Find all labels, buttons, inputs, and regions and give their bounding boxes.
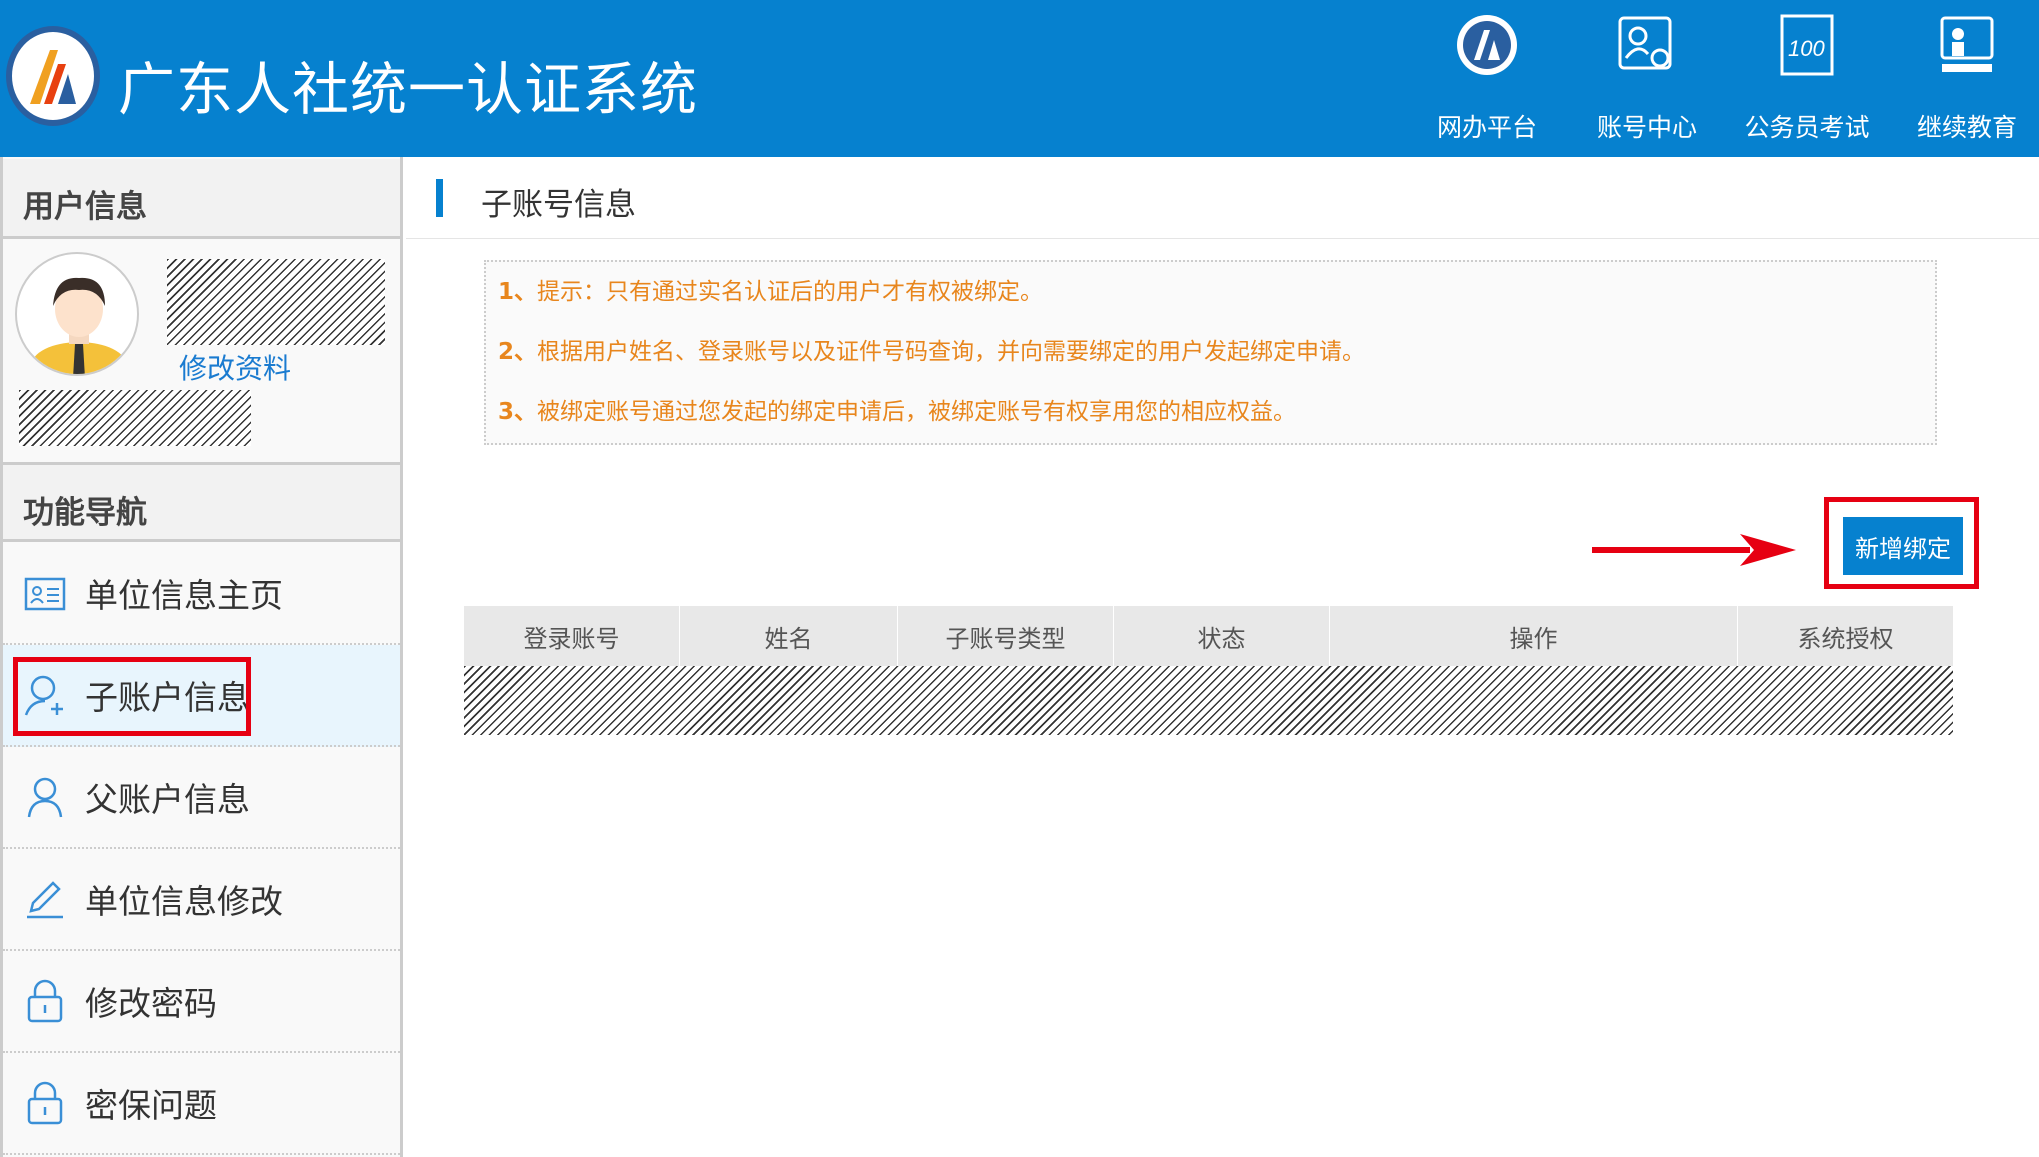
sidebar-item-unit-home[interactable]: 单位信息主页 xyxy=(3,543,400,645)
table-row-redacted xyxy=(464,666,1953,735)
edit-profile-link[interactable]: 修改资料 xyxy=(179,347,291,387)
notice-line: 2、根据用户姓名、登录账号以及证件号码查询，并向需要绑定的用户发起绑定申请。 xyxy=(498,339,1366,365)
sidebar-item-change-password[interactable]: 修改密码 xyxy=(3,951,400,1053)
arrow-annotation-icon xyxy=(1592,534,1796,566)
function-nav-heading: 功能导航 xyxy=(3,462,400,542)
add-binding-button[interactable]: 新增绑定 xyxy=(1843,517,1963,575)
header-nav-online-service[interactable]: 网办平台 xyxy=(1412,12,1562,144)
id-card-icon xyxy=(24,577,66,611)
highlight-box-sub-account xyxy=(13,657,251,736)
sidebar-item-parent-account[interactable]: 父账户信息 xyxy=(3,747,400,849)
redacted-user-detail xyxy=(19,390,251,446)
svg-text:100: 100 xyxy=(1788,36,1825,61)
sub-account-table: 登录账号 姓名 子账号类型 状态 操作 系统授权 xyxy=(464,606,1953,735)
header-nav-civil-exam[interactable]: 100 公务员考试 xyxy=(1732,12,1882,144)
sidebar-item-unit-edit[interactable]: 单位信息修改 xyxy=(3,849,400,951)
exam-score-icon: 100 xyxy=(1780,14,1834,76)
column-header: 子账号类型 xyxy=(898,606,1114,666)
column-header: 姓名 xyxy=(680,606,898,666)
education-icon xyxy=(1940,16,1994,72)
lock-icon xyxy=(27,979,63,1023)
government-emblem-icon xyxy=(1457,15,1517,75)
title-accent-bar xyxy=(436,179,443,217)
notice-line: 3、被绑定账号通过您发起的绑定申请后，被绑定账号有权享用您的相应权益。 xyxy=(498,399,1297,425)
account-settings-icon xyxy=(1618,16,1672,70)
header-nav-account-center[interactable]: 账号中心 xyxy=(1572,12,1722,144)
table-header: 登录账号 姓名 子账号类型 状态 操作 系统授权 xyxy=(464,606,1953,666)
notice-box: 1、提示：只有通过实名认证后的用户才有权被绑定。 2、根据用户姓名、登录账号以及… xyxy=(484,260,1937,445)
header: 广东人社统一认证系统 网办平台 账号中心 100 公务员考试 继续教育 xyxy=(0,0,2039,157)
column-header: 登录账号 xyxy=(464,606,680,666)
column-header: 系统授权 xyxy=(1797,624,1894,653)
notice-line: 1、提示：只有通过实名认证后的用户才有权被绑定。 xyxy=(498,279,1044,305)
app-title: 广东人社统一认证系统 xyxy=(118,57,698,123)
sidebar-item-security-question[interactable]: 密保问题 xyxy=(3,1053,400,1155)
user-icon xyxy=(27,777,63,818)
header-nav-continuing-education[interactable]: 继续教育 xyxy=(1892,12,2039,144)
content-title-bar: 子账号信息 xyxy=(406,159,2039,239)
avatar xyxy=(15,252,139,376)
column-header: 状态 xyxy=(1114,606,1330,666)
user-info-heading: 用户信息 xyxy=(3,159,400,239)
column-header: 操作 xyxy=(1330,606,1738,666)
edit-icon xyxy=(27,881,63,919)
page-title: 子账号信息 xyxy=(481,187,636,223)
redacted-username xyxy=(167,259,385,345)
logo xyxy=(6,26,100,126)
lock-icon xyxy=(27,1081,63,1125)
